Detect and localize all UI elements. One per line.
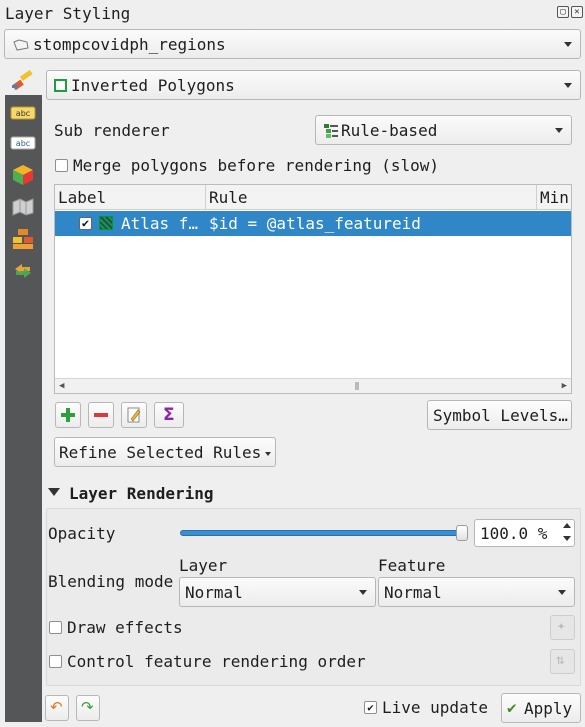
close-icon[interactable]: ✕ xyxy=(571,6,583,18)
order-settings-button[interactable]: ⇅ xyxy=(550,649,575,674)
edit-rule-button[interactable] xyxy=(121,402,147,428)
minus-icon xyxy=(94,413,108,417)
symbol-levels-button[interactable]: Symbol Levels… xyxy=(427,400,572,430)
scroll-right-icon[interactable]: ▶ xyxy=(562,381,567,391)
live-update-label: Live update xyxy=(382,698,488,717)
refine-selected-rules-button[interactable]: Refine Selected Rules xyxy=(54,437,276,467)
rules-header: Label Rule Min xyxy=(55,185,571,210)
masks-icon: abc xyxy=(10,136,36,150)
pencil-icon xyxy=(127,407,141,423)
collapse-icon[interactable] xyxy=(48,488,60,496)
chevron-down-icon xyxy=(265,452,271,456)
scroll-handle[interactable] xyxy=(355,382,359,390)
cube-icon xyxy=(13,165,33,185)
layer-select[interactable]: stompcovidph_regions xyxy=(4,29,581,59)
plus-icon xyxy=(61,408,75,422)
opacity-spinbox[interactable]: 100.0 % xyxy=(474,519,575,547)
title-bar: Layer Styling ▢ ✕ xyxy=(0,0,585,27)
opacity-value: 100.0 % xyxy=(480,524,548,543)
effects-settings-button[interactable]: ✦ xyxy=(550,615,575,640)
inverted-polygon-icon xyxy=(54,79,67,92)
renderer-value: Inverted Polygons xyxy=(71,76,235,95)
rules-tree: Label Rule Min ✔ Atlas f… $id = @atlas_f… xyxy=(54,184,572,394)
symbol-levels-label: Symbol Levels… xyxy=(433,406,568,425)
redo-button[interactable]: ↷ xyxy=(76,695,100,721)
history-icon xyxy=(15,264,31,278)
add-rule-button[interactable] xyxy=(55,402,81,428)
chevron-down-icon xyxy=(558,590,566,595)
sub-renderer-label: Sub renderer xyxy=(54,121,170,140)
star-icon: ✦ xyxy=(557,618,566,634)
undo-icon: ↶ xyxy=(50,698,63,716)
remove-rule-button[interactable] xyxy=(88,402,114,428)
labels-icon: abc xyxy=(10,106,36,120)
svg-text:abc: abc xyxy=(16,139,30,148)
sidebar-item-diagrams[interactable] xyxy=(5,192,42,222)
chevron-down-icon xyxy=(564,83,572,88)
draw-effects-checkbox[interactable] xyxy=(49,621,62,634)
style-sidebar: abc abc xyxy=(5,65,42,722)
window-title: Layer Styling xyxy=(5,4,131,23)
refine-label: Refine Selected Rules xyxy=(59,443,262,462)
layer-rendering-title[interactable]: Layer Rendering xyxy=(69,484,214,503)
rule-expression: $id = @atlas_featureid xyxy=(209,214,421,233)
table-row[interactable]: ✔ Atlas f… $id = @atlas_featureid xyxy=(55,211,571,236)
header-label[interactable]: Label xyxy=(55,185,206,209)
opacity-slider-track[interactable] xyxy=(180,530,468,536)
sidebar-item-3d-view[interactable] xyxy=(5,160,42,190)
feature-blend-label: Feature xyxy=(378,556,446,575)
check-icon: ✔ xyxy=(507,698,517,717)
live-update-checkbox[interactable]: ✔ xyxy=(364,701,377,714)
draw-effects-label: Draw effects xyxy=(67,618,183,637)
sigma-icon: Σ xyxy=(163,405,175,425)
chevron-down-icon xyxy=(564,42,572,47)
header-min[interactable]: Min xyxy=(537,185,571,209)
sidebar-item-masks[interactable]: abc xyxy=(5,128,42,158)
apply-button[interactable]: ✔ Apply xyxy=(501,693,581,723)
polygon-layer-icon xyxy=(13,39,29,51)
count-features-button[interactable]: Σ xyxy=(154,402,184,428)
layer-blend-value: Normal xyxy=(185,583,243,602)
layer-blend-select[interactable]: Normal xyxy=(179,577,376,607)
float-icon[interactable]: ▢ xyxy=(557,6,569,18)
opacity-label: Opacity xyxy=(48,524,116,543)
symbol-swatch-icon xyxy=(99,216,113,230)
sub-renderer-value: Rule-based xyxy=(341,121,438,140)
undo-button[interactable]: ↶ xyxy=(45,695,69,721)
paintbrush-icon xyxy=(12,70,33,90)
layer-name: stompcovidph_regions xyxy=(33,35,226,54)
merge-polygons-label: Merge polygons before rendering (slow) xyxy=(73,156,440,175)
redo-icon: ↷ xyxy=(81,698,94,716)
header-rule[interactable]: Rule xyxy=(206,185,537,209)
rule-label: Atlas f… xyxy=(121,214,199,233)
map-icon xyxy=(12,198,34,216)
rule-enabled-checkbox[interactable]: ✔ xyxy=(79,217,92,230)
sidebar-item-history[interactable] xyxy=(5,256,42,286)
layer-blend-label: Layer xyxy=(179,556,228,575)
horizontal-scrollbar[interactable]: ◀ ▶ xyxy=(55,378,571,393)
renderer-select[interactable]: Inverted Polygons xyxy=(46,70,581,100)
spin-up-icon[interactable] xyxy=(563,523,571,528)
sidebar-item-symbology[interactable] xyxy=(5,65,42,95)
control-order-label: Control feature rendering order xyxy=(67,652,366,671)
feature-blend-select[interactable]: Normal xyxy=(378,577,575,607)
blending-mode-label: Blending mode xyxy=(48,572,174,591)
sub-renderer-select[interactable]: Rule-based xyxy=(315,115,572,145)
chevron-down-icon xyxy=(555,128,563,133)
scroll-left-icon[interactable]: ◀ xyxy=(59,381,64,391)
sidebar-item-labels[interactable]: abc xyxy=(5,98,42,128)
rule-based-icon xyxy=(324,124,338,138)
stack-icon xyxy=(13,229,33,249)
chevron-down-icon xyxy=(359,590,367,595)
feature-blend-value: Normal xyxy=(384,583,442,602)
control-order-checkbox[interactable] xyxy=(49,655,62,668)
sidebar-item-fields[interactable] xyxy=(5,224,42,254)
svg-text:abc: abc xyxy=(16,109,30,118)
merge-polygons-checkbox[interactable] xyxy=(55,159,68,172)
apply-label: Apply xyxy=(524,699,573,718)
opacity-slider-handle[interactable] xyxy=(456,525,468,541)
spin-down-icon[interactable] xyxy=(563,536,571,541)
sort-icon: ⇅ xyxy=(556,652,565,668)
